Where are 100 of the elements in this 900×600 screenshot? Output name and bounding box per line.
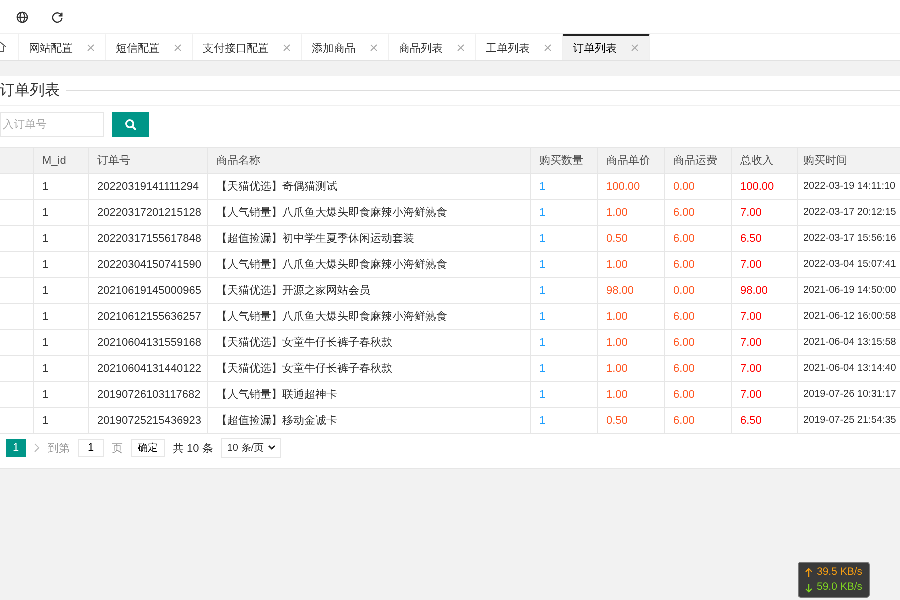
- column-header: 商品名称: [207, 148, 530, 174]
- table-cell: 1.00: [597, 252, 664, 278]
- table-cell: 6.00: [664, 200, 731, 226]
- column-header: 总收入: [731, 148, 797, 174]
- close-icon[interactable]: [370, 44, 378, 52]
- table-cell: 1: [33, 356, 88, 382]
- table-cell: 98.00: [731, 278, 797, 304]
- search-button[interactable]: [112, 112, 149, 137]
- caret-icon: [268, 445, 276, 451]
- table-cell: 7.00: [731, 200, 797, 226]
- globe-icon[interactable]: [16, 10, 29, 24]
- table-cell: 【人气销量】联通超神卡: [207, 382, 530, 408]
- table-cell: 7.00: [731, 304, 797, 330]
- page-button[interactable]: 1: [6, 439, 26, 457]
- search-icon: [124, 118, 136, 130]
- table-cell: 20190725215436923: [88, 408, 207, 434]
- column-header: 购买数量: [530, 148, 597, 174]
- table-cell: 1: [33, 174, 88, 200]
- close-icon[interactable]: [87, 44, 95, 52]
- tab[interactable]: 网站配置: [19, 34, 106, 60]
- table-cell: 1.00: [597, 304, 664, 330]
- table-cell: 20210612155636257: [88, 304, 207, 330]
- table-cell: 20220317155617848: [88, 226, 207, 252]
- tab[interactable]: 商品列表: [389, 34, 476, 60]
- tab[interactable]: 短信配置: [106, 34, 193, 60]
- table-cell: 1: [33, 252, 88, 278]
- goto-label: 到第: [48, 442, 70, 456]
- page-unit: 页: [112, 442, 123, 456]
- table-cell: 【超值捡漏】移动金诚卡: [207, 408, 530, 434]
- down-arrow-icon: [805, 582, 813, 592]
- table-cell: 20220317201215128: [88, 200, 207, 226]
- confirm-button[interactable]: 确定: [131, 439, 165, 457]
- table-cell: 0.00: [664, 278, 731, 304]
- table-cell: 1: [530, 200, 597, 226]
- column-header: M_id: [33, 148, 88, 174]
- search-field[interactable]: 入订单号: [0, 112, 104, 137]
- table-cell: 1: [530, 408, 597, 434]
- table-cell: 1: [530, 226, 597, 252]
- close-icon[interactable]: [283, 44, 291, 52]
- table-cell: 【天猫优选】开源之家网站会员: [207, 278, 530, 304]
- table-cell: 【人气销量】八爪鱼大爆头即食麻辣小海鲜熟食: [207, 304, 530, 330]
- table-cell: 6.00: [664, 252, 731, 278]
- table-cell: 0.00: [664, 174, 731, 200]
- column-header: 商品运费: [664, 148, 731, 174]
- page-title: 订单列表: [0, 81, 60, 100]
- column-header: 订单号: [88, 148, 207, 174]
- table-cell: 1: [33, 330, 88, 356]
- table-cell: 【天猫优选】女童牛仔长裤子春秋款: [207, 356, 530, 382]
- next-page-icon[interactable]: [34, 443, 40, 453]
- table-cell: 【天猫优选】女童牛仔长裤子春秋款: [207, 330, 530, 356]
- table-cell: 1.00: [597, 382, 664, 408]
- table-cell: 6.00: [664, 304, 731, 330]
- table-cell: 1: [530, 330, 597, 356]
- up-arrow-icon: [805, 568, 813, 578]
- tab[interactable]: 支付接口配置: [193, 34, 302, 60]
- table-cell: 6.00: [664, 408, 731, 434]
- table-cell: 1: [33, 200, 88, 226]
- table-cell: 1: [33, 226, 88, 252]
- table-cell: 0.50: [597, 408, 664, 434]
- table-cell: 20210604131440122: [88, 356, 207, 382]
- table-cell: 100.00: [597, 174, 664, 200]
- table-cell: 6.00: [664, 382, 731, 408]
- refresh-icon[interactable]: [51, 10, 64, 24]
- close-icon[interactable]: [544, 44, 552, 52]
- table-cell: 20220319141111294: [88, 174, 207, 200]
- table-cell: 1: [530, 278, 597, 304]
- page-input[interactable]: 1: [78, 439, 104, 457]
- table-cell: 20210619145000965: [88, 278, 207, 304]
- table-cell: 1: [530, 252, 597, 278]
- table-cell: 0.50: [597, 226, 664, 252]
- tab[interactable]: 订单列表: [563, 34, 650, 60]
- table-cell: 7.00: [731, 356, 797, 382]
- table-cell: 【超值捡漏】初中学生夏季休闲运动套装: [207, 226, 530, 252]
- table-cell: 1: [530, 356, 597, 382]
- table-cell: 1: [530, 382, 597, 408]
- page-size-select[interactable]: 10 条/页: [221, 438, 282, 458]
- table-cell: 1: [33, 304, 88, 330]
- table-cell: 7.00: [731, 252, 797, 278]
- tab[interactable]: 添加商品: [302, 34, 389, 60]
- table-cell: 6.50: [731, 226, 797, 252]
- close-icon[interactable]: [174, 44, 182, 52]
- column-header: 商品单价: [597, 148, 664, 174]
- table-cell: 7.00: [731, 330, 797, 356]
- download-speed: 59.0 KB/s: [817, 580, 863, 595]
- table-cell: 1.00: [597, 356, 664, 382]
- table-cell: 1.00: [597, 330, 664, 356]
- table-cell: 1: [33, 278, 88, 304]
- table-cell: 1: [530, 174, 597, 200]
- table-cell: 6.50: [731, 408, 797, 434]
- table-cell: 【人气销量】八爪鱼大爆头即食麻辣小海鲜熟食: [207, 200, 530, 226]
- table-cell: 1: [530, 304, 597, 330]
- column-header: 购买时间: [797, 148, 900, 174]
- table-cell: 20210604131559168: [88, 330, 207, 356]
- close-icon[interactable]: [631, 44, 639, 52]
- table-cell: 6.00: [664, 356, 731, 382]
- table-cell: 6.00: [664, 330, 731, 356]
- total-count: 共 10 条: [173, 442, 214, 456]
- table-cell: 100.00: [731, 174, 797, 200]
- close-icon[interactable]: [457, 44, 465, 52]
- table-cell: 1.00: [597, 200, 664, 226]
